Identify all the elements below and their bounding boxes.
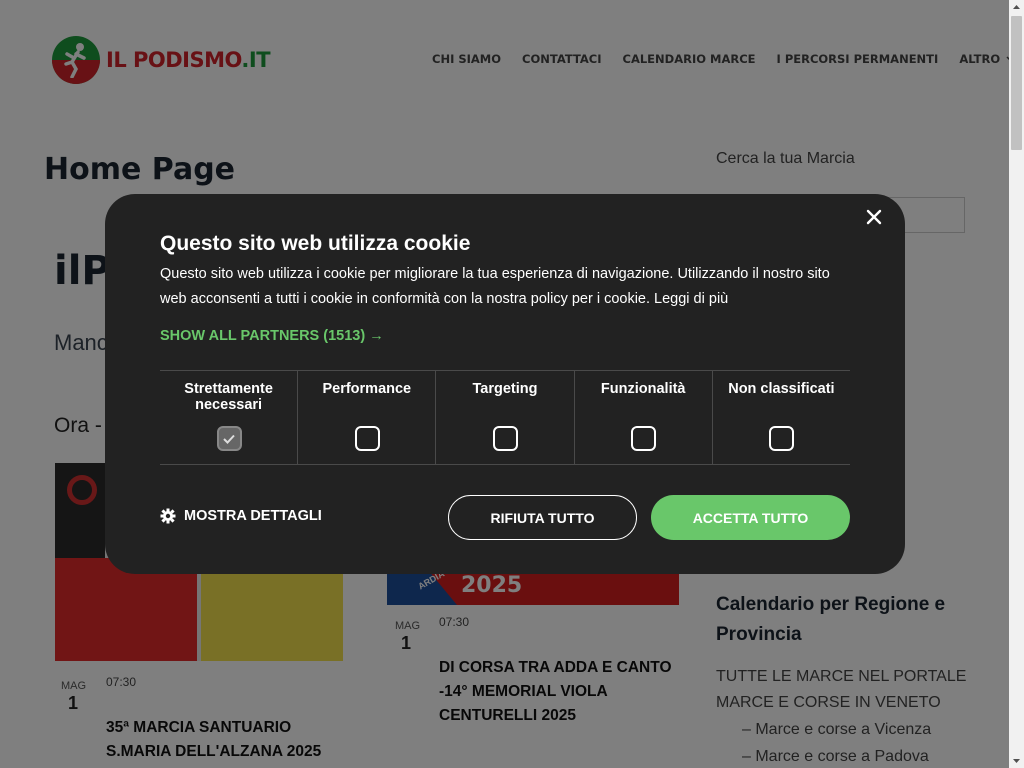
reject-all-button[interactable]: RIFIUTA TUTTO	[448, 495, 637, 540]
scrollbar-thumb[interactable]	[1011, 16, 1022, 150]
scroll-up-arrow-icon[interactable]	[1009, 0, 1024, 14]
checkmark-icon	[223, 434, 235, 444]
category-label: Performance	[322, 381, 412, 397]
cookie-category-strictly-necessary: Strettamente necessari	[160, 371, 299, 464]
close-icon[interactable]	[865, 208, 883, 226]
page-scrollbar[interactable]	[1009, 0, 1024, 768]
gear-icon	[160, 508, 176, 524]
accept-all-button[interactable]: ACCETTA TUTTO	[651, 495, 850, 540]
cookie-categories: Strettamente necessari Performance Targe…	[160, 370, 850, 465]
category-checkbox-performance[interactable]	[354, 426, 380, 451]
category-label: Non classificati	[728, 381, 835, 397]
cookie-consent-dialog: Questo sito web utilizza cookie Questo s…	[105, 194, 905, 574]
category-checkbox-strictly-necessary	[216, 426, 242, 451]
cookie-category-functionality: Funzionalità	[575, 371, 713, 464]
category-checkbox-targeting[interactable]	[493, 426, 518, 451]
category-label: Funzionalità	[600, 381, 686, 397]
category-checkbox-unclassified[interactable]	[769, 426, 795, 451]
show-partners-link[interactable]: SHOW ALL PARTNERS (1513) →	[160, 328, 384, 344]
category-label: Strettamente necessari	[184, 381, 273, 413]
cookie-category-performance: Performance	[298, 371, 437, 464]
category-label: Targeting	[472, 381, 538, 397]
show-details-button[interactable]: MOSTRA DETTAGLI	[160, 508, 322, 524]
cookie-category-targeting: Targeting	[436, 371, 575, 464]
cookie-category-unclassified: Non classificati	[713, 371, 850, 464]
category-checkbox-functionality[interactable]	[631, 426, 657, 451]
scroll-down-arrow-icon[interactable]	[1009, 754, 1024, 768]
cookie-description: Questo sito web utilizza i cookie per mi…	[160, 266, 830, 307]
show-details-label: MOSTRA DETTAGLI	[184, 508, 322, 524]
cookie-title: Questo sito web utilizza cookie	[160, 232, 471, 255]
